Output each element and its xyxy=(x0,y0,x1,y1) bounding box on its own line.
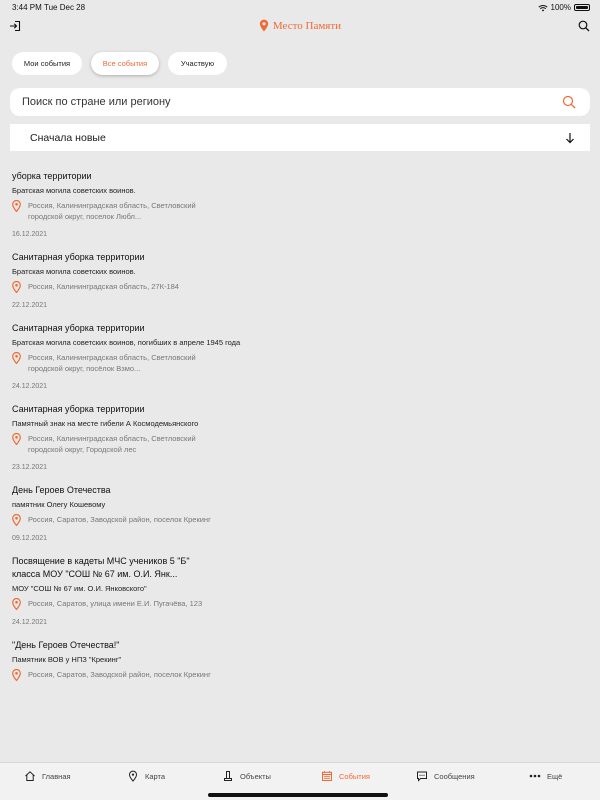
event-location: Россия, Саратов, Заводской район, посело… xyxy=(12,669,572,681)
battery-percent: 100% xyxy=(550,3,571,12)
location-pin-icon xyxy=(12,200,21,212)
home-icon xyxy=(25,771,35,781)
status-bar: 3:44 PM Tue Dec 28 100% xyxy=(0,0,600,14)
event-description: памятник Олегу Кошевому xyxy=(12,500,106,509)
tab-home[interactable]: Главная xyxy=(24,770,71,782)
event-address: Россия, Саратов, Заводской район, посело… xyxy=(28,670,211,679)
tab-map[interactable]: Карта xyxy=(127,770,165,782)
location-pin-icon xyxy=(12,352,21,364)
event-address: Россия, Калининградская область, Светлов… xyxy=(28,434,196,454)
status-right: 100% xyxy=(537,3,590,12)
search-input[interactable] xyxy=(22,96,562,108)
calendar-icon xyxy=(322,771,332,781)
location-pin-icon xyxy=(12,433,21,445)
battery-icon xyxy=(574,4,590,11)
filter-all-events[interactable]: Все события xyxy=(91,52,159,75)
event-title: День Героев Отечества xyxy=(12,485,111,495)
more-icon xyxy=(529,774,541,778)
event-date: 23.12.2021 xyxy=(12,464,48,471)
tab-messages-label: Сообщения xyxy=(434,771,475,781)
event-description: Памятный знак на месте гибели А Космодем… xyxy=(12,419,199,428)
event-address: Россия, Калининградская область, Светлов… xyxy=(28,353,196,373)
event-title: Санитарная уборка территории xyxy=(12,252,145,262)
event-address: Россия, Саратов, улица имени Е.И. Пугачё… xyxy=(28,599,203,608)
event-list: уборка территории Братская могила советс… xyxy=(12,170,572,694)
sort-label: Сначала новые xyxy=(30,131,106,144)
chat-icon xyxy=(417,771,427,782)
event-description: Братская могила советских воинов. xyxy=(12,267,136,276)
event-item[interactable]: Санитарная уборка территории Братская мо… xyxy=(12,322,572,390)
event-date: 24.12.2021 xyxy=(12,383,48,390)
event-location: Россия, Калининградская область, Светлов… xyxy=(12,200,572,222)
top-bar: Место Памяти xyxy=(0,14,600,42)
event-location: Россия, Саратов, Заводской район, посело… xyxy=(12,514,572,526)
app-title-group: Место Памяти xyxy=(0,19,600,32)
tab-more-label: Ещё xyxy=(547,771,563,781)
event-title: Санитарная уборка территории xyxy=(12,404,145,414)
event-location: Россия, Калининградская область, Светлов… xyxy=(12,352,572,374)
arrow-down-icon xyxy=(566,132,574,143)
tab-events-label: События xyxy=(339,771,370,781)
event-item[interactable]: День Героев Отечества памятник Олегу Кош… xyxy=(12,484,572,542)
map-pin-icon xyxy=(259,19,269,32)
tab-home-label: Главная xyxy=(42,771,71,781)
monument-icon xyxy=(224,771,232,781)
location-pin-icon xyxy=(12,669,21,681)
location-pin-icon xyxy=(12,281,21,293)
map-pin-icon xyxy=(128,770,138,782)
event-item[interactable]: Санитарная уборка территории Памятный зн… xyxy=(12,403,572,471)
event-location: Россия, Калининградская область, 27К-184 xyxy=(12,281,572,293)
location-pin-icon xyxy=(12,514,21,526)
tab-events[interactable]: События xyxy=(321,770,370,782)
event-address: Россия, Калининградская область, Светлов… xyxy=(28,201,196,221)
event-title: Санитарная уборка территории xyxy=(12,323,145,333)
tab-objects[interactable]: Объекты xyxy=(222,770,271,782)
event-location: Россия, Саратов, улица имени Е.И. Пугачё… xyxy=(12,598,572,610)
wifi-icon xyxy=(537,4,548,11)
tab-objects-label: Объекты xyxy=(240,771,271,781)
event-description: Братская могила советских воинов, погибш… xyxy=(12,338,241,347)
tab-messages[interactable]: Сообщения xyxy=(416,770,475,782)
event-date: 24.12.2021 xyxy=(12,619,48,626)
event-title: Посвящение в кадеты МЧС учеников 5 "Б" к… xyxy=(12,556,190,579)
tab-map-label: Карта xyxy=(145,771,166,781)
home-indicator xyxy=(208,793,388,797)
filter-my-events[interactable]: Мои события xyxy=(12,52,82,75)
event-date: 22.12.2021 xyxy=(12,302,48,309)
event-address: Россия, Калининградская область, 27К-184 xyxy=(28,282,179,291)
filter-participating[interactable]: Участвую xyxy=(168,52,227,75)
search-bar xyxy=(10,88,590,116)
event-item[interactable]: Санитарная уборка территории Братская мо… xyxy=(12,251,572,309)
event-item[interactable]: уборка территории Братская могила советс… xyxy=(12,170,572,238)
search-icon[interactable] xyxy=(578,20,590,32)
event-title: "День Героев Отечества!" xyxy=(12,640,120,650)
sort-selector[interactable]: Сначала новые xyxy=(10,124,590,151)
event-item[interactable]: "День Героев Отечества!" Памятник ВОВ у … xyxy=(12,639,572,681)
event-description: МОУ "СОШ № 67 им. О.И. Янковского" xyxy=(12,584,147,593)
event-item[interactable]: Посвящение в кадеты МЧС учеников 5 "Б" к… xyxy=(12,555,572,626)
status-date: Tue Dec 28 xyxy=(44,3,86,12)
location-pin-icon xyxy=(12,598,21,610)
tab-more[interactable]: Ещё xyxy=(529,770,562,782)
search-icon[interactable] xyxy=(562,95,576,109)
event-address: Россия, Саратов, Заводской район, посело… xyxy=(28,515,211,524)
status-time: 3:44 PM xyxy=(12,3,42,12)
event-date: 09.12.2021 xyxy=(12,535,48,542)
app-title: Место Памяти xyxy=(272,19,342,32)
event-description: Памятник ВОВ у НПЗ "Крекинг" xyxy=(12,655,122,664)
event-location: Россия, Калининградская область, Светлов… xyxy=(12,433,572,455)
event-description: Братская могила советских воинов. xyxy=(12,186,136,195)
event-date: 16.12.2021 xyxy=(12,231,48,238)
event-title: уборка территории xyxy=(12,171,92,181)
filter-chips: Мои события Все события Участвую xyxy=(12,52,227,75)
